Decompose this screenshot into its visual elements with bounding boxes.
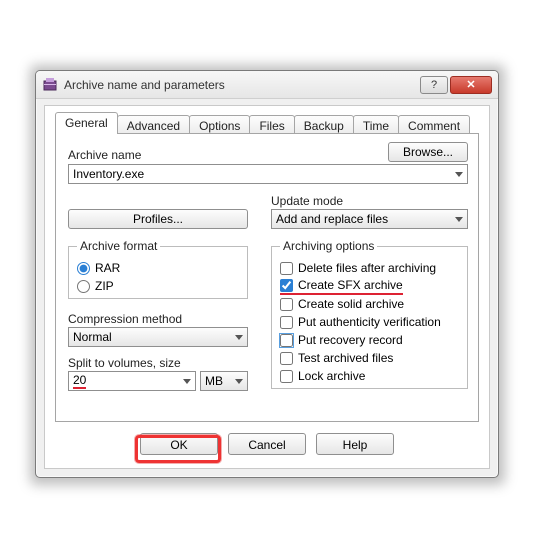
archiving-options-legend: Archiving options bbox=[280, 239, 377, 253]
check-authenticity[interactable]: Put authenticity verification bbox=[280, 313, 459, 331]
check-delete-after[interactable]: Delete files after archiving bbox=[280, 259, 459, 277]
archiving-options-group: Archiving options Delete files after arc… bbox=[271, 239, 468, 389]
tab-comment[interactable]: Comment bbox=[398, 115, 470, 134]
titlebar: Archive name and parameters ? ✕ bbox=[36, 71, 498, 99]
archive-name-value: Inventory.exe bbox=[73, 167, 144, 181]
dialog-footer: OK Cancel Help bbox=[45, 428, 489, 460]
check-test[interactable]: Test archived files bbox=[280, 349, 459, 367]
dialog-window: Archive name and parameters ? ✕ General … bbox=[35, 70, 499, 478]
tab-advanced[interactable]: Advanced bbox=[117, 115, 190, 134]
tab-time[interactable]: Time bbox=[353, 115, 399, 134]
tab-panel-general: Browse... Archive name Inventory.exe Pro… bbox=[55, 133, 479, 422]
chevron-down-icon bbox=[455, 217, 463, 222]
split-value: 20 bbox=[73, 373, 86, 389]
compression-select[interactable]: Normal bbox=[68, 327, 248, 347]
chevron-down-icon bbox=[183, 379, 191, 384]
tab-general[interactable]: General bbox=[55, 112, 118, 134]
archive-name-label: Archive name bbox=[68, 148, 141, 162]
radio-zip[interactable]: ZIP bbox=[77, 277, 239, 295]
compression-value: Normal bbox=[73, 330, 112, 344]
archive-format-legend: Archive format bbox=[77, 239, 160, 253]
help-button-footer[interactable]: Help bbox=[316, 433, 394, 455]
radio-rar[interactable]: RAR bbox=[77, 259, 239, 277]
split-value-field[interactable]: 20 bbox=[68, 371, 196, 391]
check-recovery[interactable]: Put recovery record bbox=[280, 331, 459, 349]
archive-format-group: Archive format RAR ZIP bbox=[68, 239, 248, 299]
tab-options[interactable]: Options bbox=[189, 115, 250, 134]
profiles-button[interactable]: Profiles... bbox=[68, 209, 248, 229]
split-unit-select[interactable]: MB bbox=[200, 371, 248, 391]
close-button[interactable]: ✕ bbox=[450, 76, 492, 94]
check-create-sfx[interactable]: Create SFX archive bbox=[280, 277, 403, 295]
client-area: General Advanced Options Files Backup Ti… bbox=[44, 105, 490, 469]
chevron-down-icon bbox=[235, 335, 243, 340]
update-mode-label: Update mode bbox=[271, 194, 343, 208]
update-mode-select[interactable]: Add and replace files bbox=[271, 209, 468, 229]
chevron-down-icon bbox=[455, 172, 463, 177]
ok-highlight bbox=[135, 435, 221, 463]
archive-name-field[interactable]: Inventory.exe bbox=[68, 164, 468, 184]
check-create-solid[interactable]: Create solid archive bbox=[280, 295, 459, 313]
browse-button[interactable]: Browse... bbox=[388, 142, 468, 162]
cancel-button[interactable]: Cancel bbox=[228, 433, 306, 455]
app-icon bbox=[42, 77, 58, 93]
split-unit: MB bbox=[205, 374, 223, 388]
tab-strip: General Advanced Options Files Backup Ti… bbox=[55, 112, 479, 134]
check-lock[interactable]: Lock archive bbox=[280, 367, 459, 385]
help-button[interactable]: ? bbox=[420, 76, 448, 94]
split-label: Split to volumes, size bbox=[68, 356, 181, 370]
compression-label: Compression method bbox=[68, 312, 182, 326]
window-title: Archive name and parameters bbox=[64, 78, 418, 92]
tab-files[interactable]: Files bbox=[249, 115, 294, 134]
update-mode-value: Add and replace files bbox=[276, 212, 388, 226]
tab-backup[interactable]: Backup bbox=[294, 115, 354, 134]
chevron-down-icon bbox=[235, 379, 243, 384]
